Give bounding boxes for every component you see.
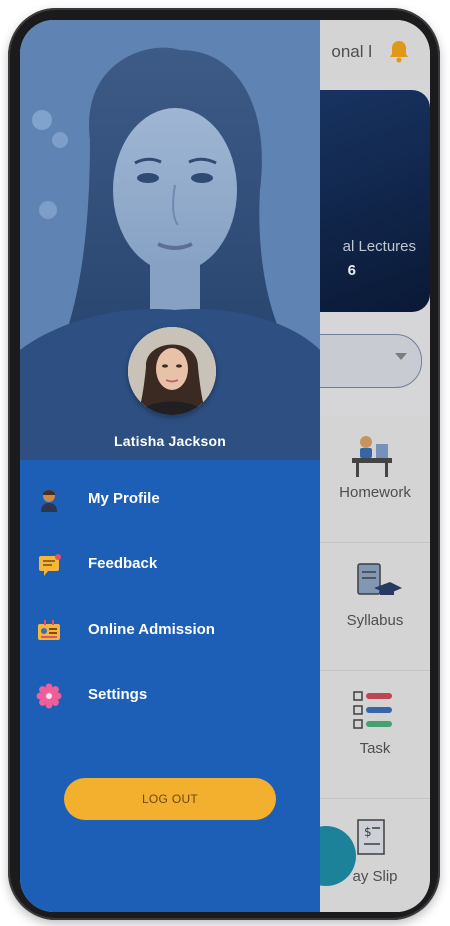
header-title: onal l bbox=[331, 42, 372, 61]
profile-icon bbox=[41, 490, 57, 512]
avatar-image bbox=[128, 327, 216, 415]
menu-item-my-profile[interactable]: My Profile bbox=[20, 475, 320, 525]
logout-button[interactable]: LOG OUT bbox=[64, 778, 276, 820]
tile-homework-label: Homework bbox=[339, 484, 411, 501]
menu-item-settings[interactable]: Settings bbox=[20, 671, 320, 721]
tile-task[interactable]: Task bbox=[320, 672, 430, 799]
avatar[interactable] bbox=[128, 327, 216, 415]
menu-label-online-admission: Online Admission bbox=[88, 621, 215, 638]
screen: onal l al Lectures 6 Homework Syllabus T… bbox=[20, 20, 430, 912]
syllabus-icon bbox=[357, 563, 402, 595]
homework-icon bbox=[352, 436, 392, 477]
tile-homework[interactable]: Homework bbox=[320, 416, 430, 543]
menu-item-feedback[interactable]: Feedback bbox=[20, 540, 320, 590]
menu-item-online-admission[interactable]: Online Admission bbox=[20, 606, 320, 656]
tile-task-label: Task bbox=[359, 740, 391, 757]
menu-label-settings: Settings bbox=[88, 686, 148, 703]
menu-label-my-profile: My Profile bbox=[88, 490, 160, 507]
user-name: Latisha Jackson bbox=[114, 433, 226, 449]
bell-icon[interactable] bbox=[386, 38, 412, 64]
task-icon bbox=[353, 691, 392, 729]
drawer-cover-photo: Latisha Jackson bbox=[20, 20, 320, 460]
feedback-icon bbox=[39, 554, 61, 576]
tile-syllabus[interactable]: Syllabus bbox=[320, 544, 430, 671]
settings-icon bbox=[36, 683, 62, 709]
chevron-down-icon bbox=[395, 353, 407, 360]
navigation-drawer: Latisha Jackson My Profile Feedback Onli… bbox=[20, 20, 320, 912]
svg-text:$: $ bbox=[364, 825, 372, 839]
admission-icon bbox=[38, 620, 60, 640]
menu-label-feedback: Feedback bbox=[88, 555, 158, 572]
tile-syllabus-label: Syllabus bbox=[346, 612, 404, 629]
